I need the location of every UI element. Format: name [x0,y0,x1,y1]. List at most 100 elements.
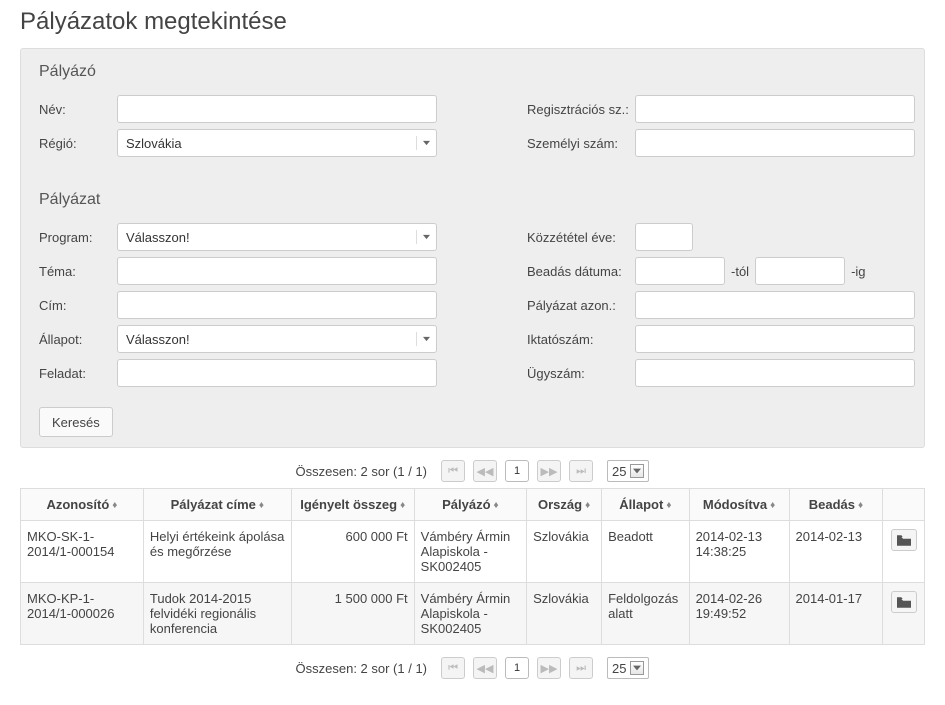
col-state-header[interactable]: Állapot♦ [602,489,689,521]
page-size-value: 25 [612,661,626,676]
fileno-label: Iktatószám: [527,332,635,347]
title-label: Cím: [39,298,117,313]
col-id-header[interactable]: Azonosító♦ [21,489,144,521]
cell-state: Feldolgozás alatt [602,583,689,645]
col-amount-header[interactable]: Igényelt összeg♦ [291,489,414,521]
col-title-header[interactable]: Pályázat címe♦ [143,489,291,521]
cell-submitted: 2014-01-17 [789,583,883,645]
paginator-top: Összesen: 2 sor (1 / 1) ⏮ ◀◀ 1 ▶▶ ⏭ 25 [20,460,925,482]
cell-modified: 2014-02-13 14:38:25 [689,521,789,583]
cell-country: Szlovákia [527,521,602,583]
sort-icon: ♦ [494,503,499,509]
cell-id: MKO-KP-1-2014/1-000026 [21,583,144,645]
first-page-button[interactable]: ⏮ [441,657,465,679]
page-size-value: 25 [612,464,626,479]
open-row-button[interactable] [891,591,917,613]
appid-label: Pályázat azon.: [527,298,635,313]
state-value: Válasszon! [126,332,190,347]
col-country-header[interactable]: Ország♦ [527,489,602,521]
col-submitted-header[interactable]: Beadás♦ [789,489,883,521]
pager-summary: Összesen: 2 sor (1 / 1) [296,464,428,479]
program-value: Válasszon! [126,230,190,245]
prev-page-button[interactable]: ◀◀ [473,460,497,482]
cell-submitted: 2014-02-13 [789,521,883,583]
results-table: Azonosító♦ Pályázat címe♦ Igényelt össze… [20,488,925,645]
title-input[interactable] [117,291,437,319]
col-modified-header[interactable]: Módosítva♦ [689,489,789,521]
pubyear-label: Közzététel éve: [527,230,635,245]
subdate-to-input[interactable] [755,257,845,285]
folder-icon [897,535,911,546]
cell-title: Tudok 2014-2015 felvidéki regionális kon… [143,583,291,645]
page-title: Pályázatok megtekintése [20,8,925,36]
pubyear-input[interactable] [635,223,693,251]
col-applicant-header[interactable]: Pályázó♦ [414,489,526,521]
to-suffix: -ig [851,264,865,279]
chevron-down-icon [416,230,430,244]
appid-input[interactable] [635,291,915,319]
subdate-label: Beadás dátuma: [527,264,635,279]
cell-title: Helyi értékeink ápolása és megőrzése [143,521,291,583]
sort-icon: ♦ [400,503,405,509]
applicant-section-title: Pályázó [39,63,906,81]
chevron-down-icon [416,136,430,150]
folder-icon [897,597,911,608]
caseno-label: Ügyszám: [527,366,635,381]
topic-label: Téma: [39,264,117,279]
cell-state: Beadott [602,521,689,583]
topic-input[interactable] [117,257,437,285]
pager-summary: Összesen: 2 sor (1 / 1) [296,661,428,676]
cell-applicant: Vámbéry Ármin Alapiskola - SK002405 [414,521,526,583]
page-number-button[interactable]: 1 [505,657,529,679]
chevron-down-icon [630,661,644,675]
region-select[interactable]: Szlovákia [117,129,437,157]
last-page-button[interactable]: ⏭ [569,657,593,679]
table-row: MKO-KP-1-2014/1-000026 Tudok 2014-2015 f… [21,583,925,645]
task-label: Feladat: [39,366,117,381]
name-input[interactable] [117,95,437,123]
from-suffix: -tól [731,264,749,279]
sort-icon: ♦ [858,503,863,509]
paginator-bottom: Összesen: 2 sor (1 / 1) ⏮ ◀◀ 1 ▶▶ ⏭ 25 [20,657,925,679]
sort-icon: ♦ [666,503,671,509]
next-page-button[interactable]: ▶▶ [537,460,561,482]
personal-label: Személyi szám: [527,136,635,151]
table-row: MKO-SK-1-2014/1-000154 Helyi értékeink á… [21,521,925,583]
application-section-title: Pályázat [39,191,906,209]
chevron-down-icon [416,332,430,346]
program-label: Program: [39,230,117,245]
last-page-button[interactable]: ⏭ [569,460,593,482]
cell-id: MKO-SK-1-2014/1-000154 [21,521,144,583]
subdate-from-input[interactable] [635,257,725,285]
personal-input[interactable] [635,129,915,157]
page-size-select[interactable]: 25 [607,460,649,482]
name-label: Név: [39,102,117,117]
sort-icon: ♦ [112,503,117,509]
caseno-input[interactable] [635,359,915,387]
state-select[interactable]: Válasszon! [117,325,437,353]
cell-country: Szlovákia [527,583,602,645]
chevron-down-icon [630,464,644,478]
registration-input[interactable] [635,95,915,123]
cell-amount: 600 000 Ft [291,521,414,583]
sort-icon: ♦ [259,503,264,509]
col-actions-header [883,489,925,521]
open-row-button[interactable] [891,529,917,551]
prev-page-button[interactable]: ◀◀ [473,657,497,679]
search-button[interactable]: Keresés [39,407,113,437]
region-label: Régió: [39,136,117,151]
fileno-input[interactable] [635,325,915,353]
page-size-select[interactable]: 25 [607,657,649,679]
sort-icon: ♦ [770,503,775,509]
next-page-button[interactable]: ▶▶ [537,657,561,679]
first-page-button[interactable]: ⏮ [441,460,465,482]
cell-applicant: Vámbéry Ármin Alapiskola - SK002405 [414,583,526,645]
state-label: Állapot: [39,332,117,347]
registration-label: Regisztrációs sz.: [527,102,635,117]
region-value: Szlovákia [126,136,182,151]
task-input[interactable] [117,359,437,387]
program-select[interactable]: Válasszon! [117,223,437,251]
sort-icon: ♦ [585,503,590,509]
cell-modified: 2014-02-26 19:49:52 [689,583,789,645]
page-number-button[interactable]: 1 [505,460,529,482]
